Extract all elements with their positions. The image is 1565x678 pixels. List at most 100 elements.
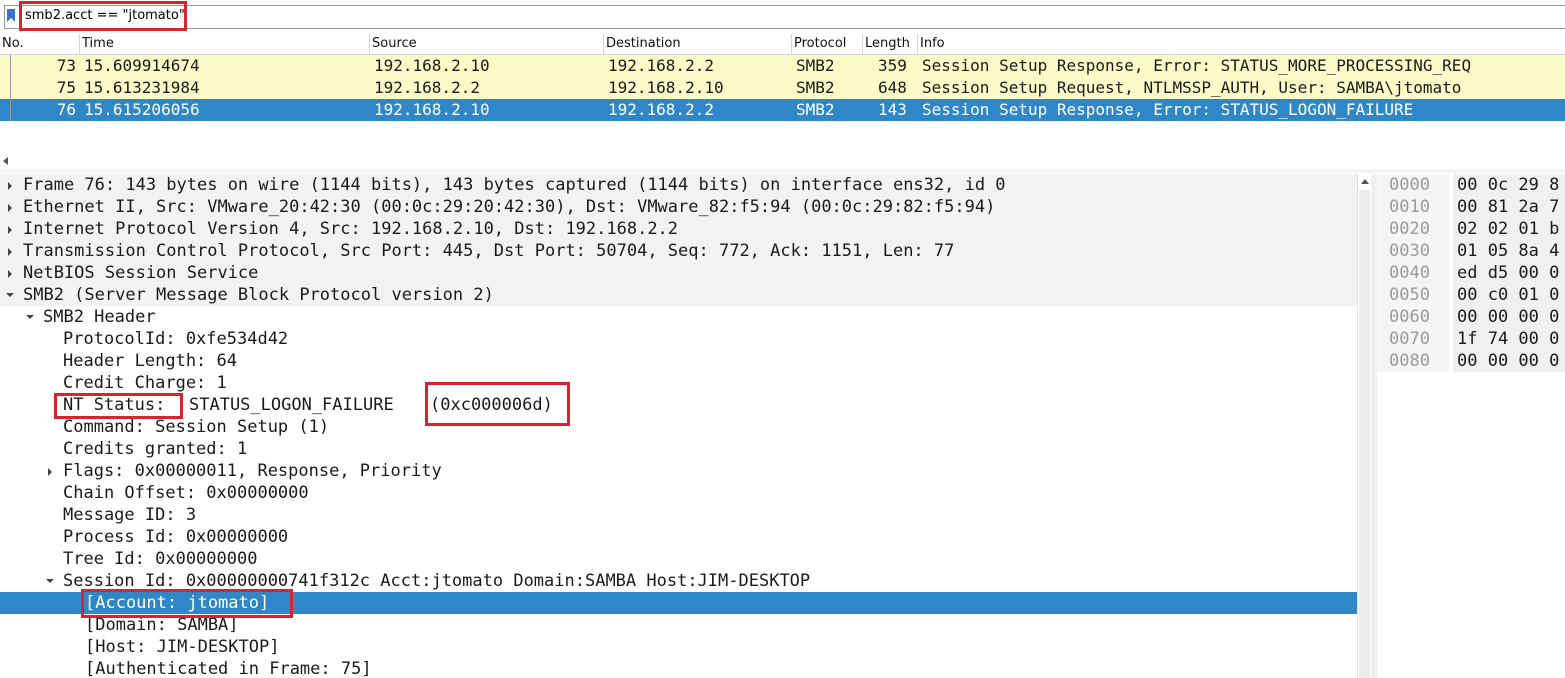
tree-item-session-id[interactable]: Session Id: 0x00000000741f312c Acct:jtom… (0, 570, 1357, 592)
tree-item-label: Frame 76: 143 bytes on wire (1144 bits),… (23, 175, 1006, 195)
tree-item-header-length[interactable]: Header Length: 64 (0, 350, 1357, 372)
column-header-no[interactable]: No. (0, 34, 80, 54)
packet-source: 192.168.2.2 (374, 78, 480, 97)
packet-destination: 192.168.2.10 (608, 78, 724, 97)
display-filter-input[interactable] (4, 5, 1565, 29)
hex-row[interactable]: 0060 00 00 00 0 (1377, 306, 1565, 328)
tree-item-credits-granted[interactable]: Credits granted: 1 (0, 438, 1357, 460)
hex-bytes: 00 00 00 0 (1457, 351, 1560, 371)
tree-item-label: Chain Offset: 0x00000000 (63, 483, 309, 503)
collapse-arrow-icon[interactable] (26, 315, 34, 319)
tree-item-label: [Account: jtomato] (85, 593, 270, 613)
display-filter-text: smb2.acct == "jtomato" (25, 8, 185, 23)
hex-bytes: 00 00 00 0 (1457, 307, 1560, 327)
tree-item-smb2-header[interactable]: SMB2 Header (0, 306, 1357, 328)
packet-source: 192.168.2.10 (374, 56, 490, 75)
hex-row[interactable]: 0010 00 81 2a 7 (1377, 196, 1565, 218)
scrollbar-track[interactable] (1359, 190, 1370, 678)
packet-row[interactable]: 75 15.613231984 192.168.2.2 192.168.2.10… (0, 77, 1565, 99)
column-header-time[interactable]: Time (80, 34, 370, 54)
hex-bytes: 00 c0 01 0 (1457, 285, 1560, 305)
details-vscrollbar[interactable] (1357, 174, 1372, 678)
tree-item-authenticated-frame[interactable]: [Authenticated in Frame: 75] (0, 658, 1357, 678)
tree-item-nt-status[interactable]: NT Status: STATUS_LOGON_FAILURE (0xc0000… (0, 394, 1357, 416)
tree-item-label: [Authenticated in Frame: 75] (85, 659, 372, 678)
tree-item-label: Message ID: 3 (63, 505, 197, 525)
column-header-length[interactable]: Length (863, 34, 918, 54)
tree-item-frame[interactable]: Frame 76: 143 bytes on wire (1144 bits),… (0, 174, 1357, 196)
tree-item-host[interactable]: [Host: JIM-DESKTOP] (0, 636, 1357, 658)
expand-arrow-icon[interactable] (8, 270, 12, 278)
packet-length: 648 (878, 78, 907, 97)
hex-offset: 0020 (1389, 219, 1430, 239)
hex-row[interactable]: 0080 00 00 00 0 (1377, 350, 1565, 372)
hex-bytes: ed d5 00 0 (1457, 263, 1560, 283)
tree-item-ethernet[interactable]: Ethernet II, Src: VMware_20:42:30 (00:0c… (0, 196, 1357, 218)
hex-offset: 0000 (1389, 175, 1430, 195)
expand-arrow-icon[interactable] (8, 182, 12, 190)
packet-protocol: SMB2 (796, 78, 835, 97)
packet-time: 15.609914674 (84, 56, 200, 75)
tree-item-tree-id[interactable]: Tree Id: 0x00000000 (0, 548, 1357, 570)
hex-row[interactable]: 0040 ed d5 00 0 (1377, 262, 1565, 284)
tree-item-smb2[interactable]: SMB2 (Server Message Block Protocol vers… (0, 284, 1357, 306)
bookmark-icon[interactable] (7, 9, 15, 22)
scroll-left-icon[interactable] (3, 157, 8, 165)
packet-info: Session Setup Request, NTLMSSP_AUTH, Use… (922, 78, 1462, 97)
hex-row[interactable]: 0070 1f 74 00 0 (1377, 328, 1565, 350)
column-header-info[interactable]: Info (918, 34, 1565, 54)
tree-item-command[interactable]: Command: Session Setup (1) (0, 416, 1357, 438)
tree-item-protocol-id[interactable]: ProtocolId: 0xfe534d42 (0, 328, 1357, 350)
packet-info: Session Setup Response, Error: STATUS_LO… (922, 100, 1414, 119)
hex-offset: 0010 (1389, 197, 1430, 217)
packet-time: 15.615206056 (84, 100, 200, 119)
tree-item-label: Ethernet II, Src: VMware_20:42:30 (00:0c… (23, 197, 996, 217)
tree-item-account-selected[interactable]: [Account: jtomato] (0, 592, 1357, 614)
packet-row[interactable]: 73 15.609914674 192.168.2.10 192.168.2.2… (0, 55, 1565, 77)
tree-item-netbios[interactable]: NetBIOS Session Service (0, 262, 1357, 284)
packet-protocol: SMB2 (796, 56, 835, 75)
column-header-destination[interactable]: Destination (604, 34, 792, 54)
collapse-arrow-icon[interactable] (46, 579, 54, 583)
packet-list-hscrollbar[interactable] (0, 153, 1565, 169)
tree-item-message-id[interactable]: Message ID: 3 (0, 504, 1357, 526)
packet-details-tree: Frame 76: 143 bytes on wire (1144 bits),… (0, 174, 1357, 678)
tree-item-label: NetBIOS Session Service (23, 263, 259, 283)
packet-source: 192.168.2.10 (374, 100, 490, 119)
hex-offset: 0080 (1389, 351, 1430, 371)
pane-splitter[interactable] (0, 169, 1565, 173)
expand-arrow-icon[interactable] (48, 468, 52, 476)
hex-offset: 0070 (1389, 329, 1430, 349)
hex-bytes: 00 81 2a 7 (1457, 197, 1560, 217)
hex-row[interactable]: 0030 01 05 8a 4 (1377, 240, 1565, 262)
packet-destination: 192.168.2.2 (608, 100, 714, 119)
tree-item-domain[interactable]: [Domain: SAMBA] (0, 614, 1357, 636)
tree-item-credit-charge[interactable]: Credit Charge: 1 (0, 372, 1357, 394)
hex-row[interactable]: 0000 00 0c 29 8 (1377, 174, 1565, 196)
tree-item-flags[interactable]: Flags: 0x00000011, Response, Priority (0, 460, 1357, 482)
hex-row[interactable]: 0050 00 c0 01 0 (1377, 284, 1565, 306)
column-header-source[interactable]: Source (370, 34, 604, 54)
expand-arrow-icon[interactable] (8, 226, 12, 234)
column-header-protocol[interactable]: Protocol (792, 34, 863, 54)
nt-status-code: (0xc000006d) (430, 395, 553, 415)
collapse-arrow-icon[interactable] (6, 293, 14, 297)
expand-arrow-icon[interactable] (8, 248, 12, 256)
related-packet-marker (10, 55, 11, 121)
tree-item-label: Command: Session Setup (1) (63, 417, 330, 437)
packet-no: 73 (56, 56, 76, 75)
scroll-up-icon[interactable] (1361, 179, 1369, 184)
expand-arrow-icon[interactable] (8, 204, 12, 212)
tree-item-label: Credit Charge: 1 (63, 373, 227, 393)
hex-row[interactable]: 0020 02 02 01 b (1377, 218, 1565, 240)
packet-row-selected[interactable]: 76 15.615206056 192.168.2.10 192.168.2.2… (0, 99, 1565, 121)
tree-item-label: SMB2 (Server Message Block Protocol vers… (23, 285, 494, 305)
tree-item-label: Flags: 0x00000011, Response, Priority (63, 461, 442, 481)
packet-time: 15.613231984 (84, 78, 200, 97)
tree-item-chain-offset[interactable]: Chain Offset: 0x00000000 (0, 482, 1357, 504)
tree-item-process-id[interactable]: Process Id: 0x00000000 (0, 526, 1357, 548)
packet-no: 76 (56, 100, 76, 119)
packet-info: Session Setup Response, Error: STATUS_MO… (922, 56, 1472, 75)
tree-item-tcp[interactable]: Transmission Control Protocol, Src Port:… (0, 240, 1357, 262)
tree-item-ip[interactable]: Internet Protocol Version 4, Src: 192.16… (0, 218, 1357, 240)
